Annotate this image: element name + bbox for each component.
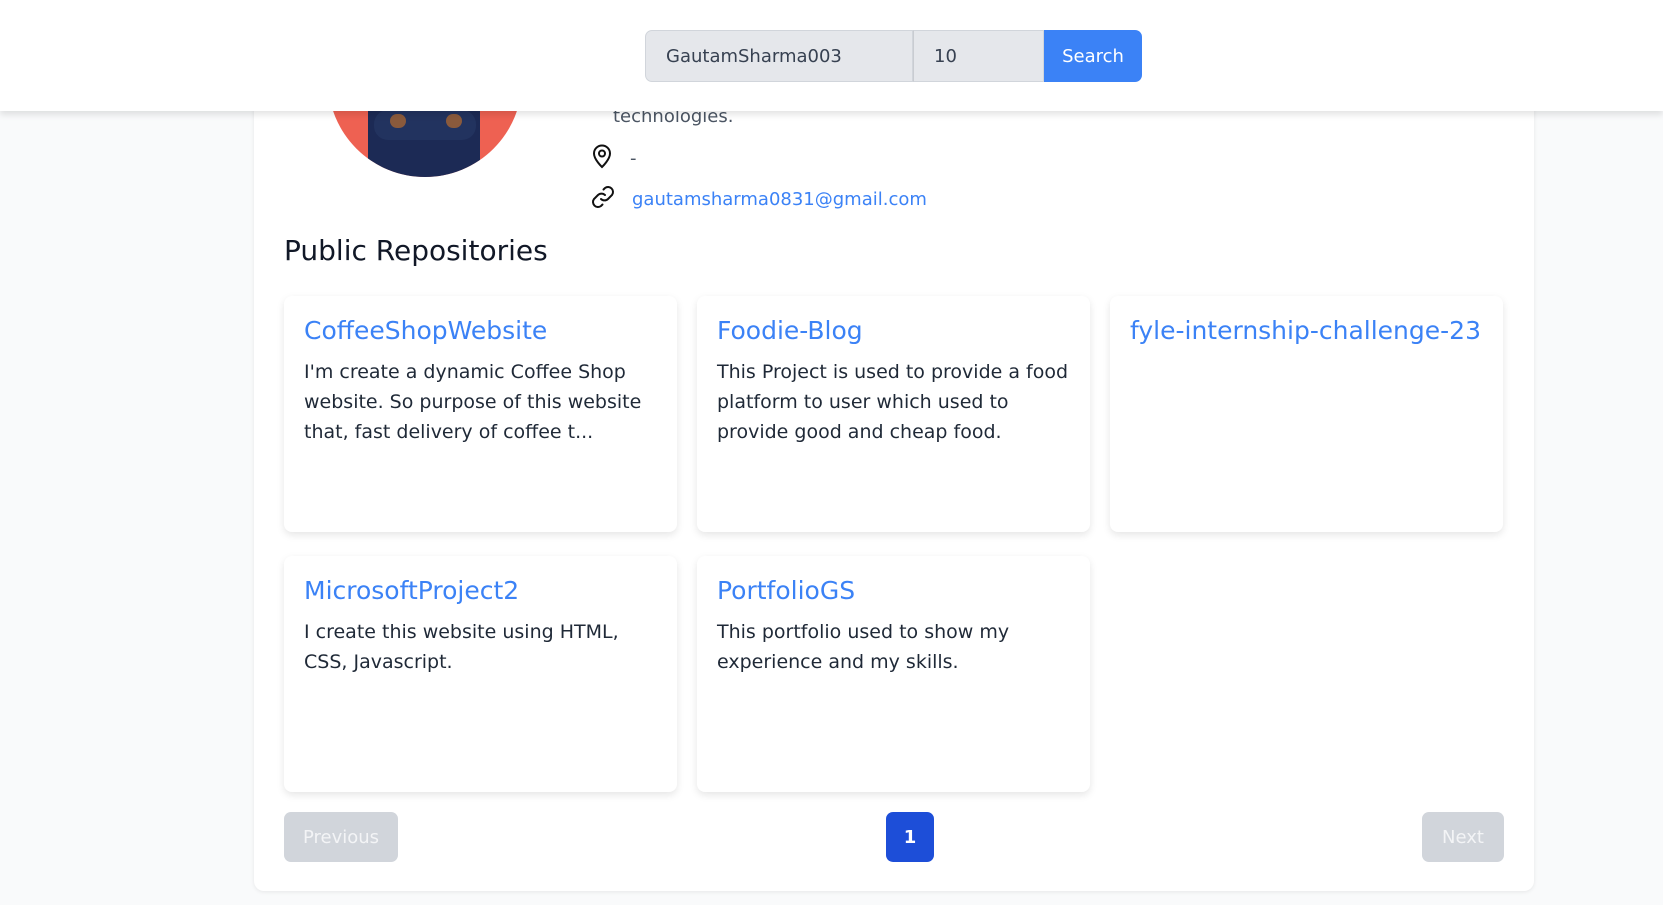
email-link[interactable]: gautamsharma0831@gmail.com (632, 189, 927, 210)
next-page-button[interactable]: Next (1422, 812, 1504, 862)
repo-description: I create this website using HTML, CSS, J… (304, 621, 619, 673)
repo-card: fyle-internship-challenge-23 (1110, 296, 1503, 532)
repo-description: This Project is used to provide a food p… (717, 361, 1069, 443)
avatar-hand (446, 114, 462, 128)
repo-card: Foodie-Blog This Project is used to prov… (697, 296, 1090, 532)
search-button[interactable]: Search (1044, 30, 1142, 82)
repo-card: PortfolioGS This portfolio used to show … (697, 556, 1090, 792)
link-icon (590, 184, 616, 215)
per-page-input[interactable] (913, 30, 1044, 82)
repo-description: This portfolio used to show my experienc… (717, 621, 1010, 673)
search-header: Search (0, 0, 1663, 111)
location-pin-icon (590, 143, 614, 174)
link-row: gautamsharma0831@gmail.com (590, 184, 927, 215)
repo-description: I'm create a dynamic Coffee Shop website… (304, 361, 642, 443)
previous-page-button[interactable]: Previous (284, 812, 398, 862)
username-input[interactable] (645, 30, 913, 82)
repo-name-link[interactable]: fyle-internship-challenge-23 (1130, 316, 1483, 345)
repo-name-link[interactable]: PortfolioGS (717, 576, 1070, 605)
repo-name-link[interactable]: CoffeeShopWebsite (304, 316, 657, 345)
location-text: - (630, 148, 637, 169)
search-bar: Search (645, 30, 1142, 82)
section-title: Public Repositories (284, 234, 548, 267)
repo-card: MicrosoftProject2 I create this website … (284, 556, 677, 792)
repo-card: CoffeeShopWebsite I'm create a dynamic C… (284, 296, 677, 532)
avatar-hand (390, 114, 406, 128)
page-number-button[interactable]: 1 (886, 812, 934, 862)
repo-name-link[interactable]: MicrosoftProject2 (304, 576, 657, 605)
location-row: - (590, 143, 637, 174)
repo-name-link[interactable]: Foodie-Blog (717, 316, 1070, 345)
